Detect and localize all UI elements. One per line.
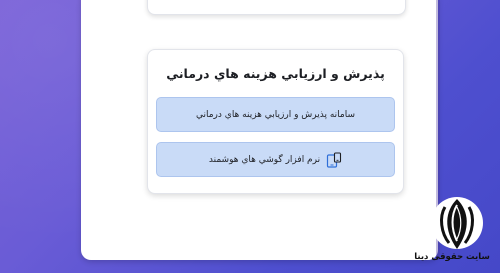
- service-card: پذيرش و ارزيابي هزينه هاي درماني سامانه …: [147, 49, 404, 194]
- watermark-text: سایت حقوقی دینا: [414, 252, 490, 262]
- smartphone-app-label: نرم افزار گوشي هاي هوشمند: [208, 154, 321, 165]
- card-title: پذيرش و ارزيابي هزينه هاي درماني: [166, 66, 385, 81]
- treatment-cost-system-label: سامانه پذيرش و ارزيابي هزينه هاي درماني: [195, 109, 356, 120]
- previous-card: [147, 0, 406, 15]
- smartphone-tablet-icon: [326, 151, 342, 168]
- smartphone-app-button[interactable]: نرم افزار گوشي هاي هوشمند: [156, 142, 395, 177]
- treatment-cost-system-button[interactable]: سامانه پذيرش و ارزيابي هزينه هاي درماني: [156, 97, 395, 132]
